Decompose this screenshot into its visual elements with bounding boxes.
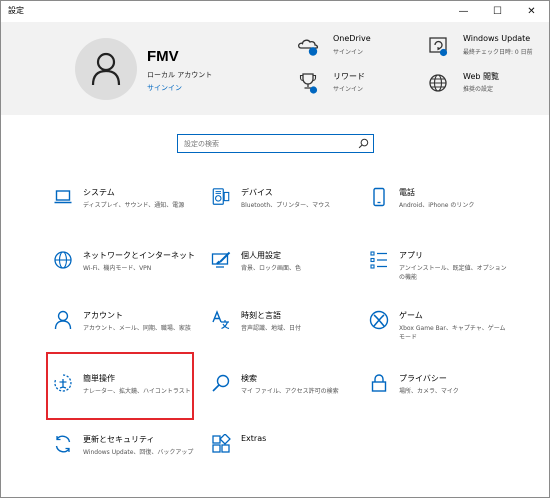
- apps-list-icon: [370, 251, 387, 269]
- category-description: Bluetooth、プリンター、マウス: [241, 202, 331, 209]
- category-description: 場所、カメラ、マイク: [399, 388, 459, 395]
- settings-search-box[interactable]: [177, 134, 374, 153]
- account-type: ローカル アカウント: [147, 71, 213, 79]
- settings-window: 設定 — ☐ ✕ FMV ローカル アカウント サインイン OneDrive サ…: [0, 0, 550, 498]
- close-button[interactable]: ✕: [515, 1, 548, 22]
- category-search[interactable]: 検索 マイ ファイル、アクセス許可の検索: [211, 373, 371, 419]
- onedrive-icon: [297, 39, 319, 56]
- category-gaming[interactable]: ゲーム Xbox Game Bar、キャプチャ、ゲーム モード: [369, 310, 529, 356]
- category-devices[interactable]: デバイス Bluetooth、プリンター、マウス: [211, 187, 371, 233]
- windows-update-title: Windows Update: [463, 34, 531, 43]
- category-privacy[interactable]: プライバシー 場所、カメラ、マイク: [369, 373, 529, 419]
- category-description: 音声認識、地域、日付: [241, 325, 302, 332]
- category-personalization[interactable]: 個人用設定 背景、ロック画面、色: [211, 250, 371, 296]
- onedrive-subtitle: サインイン: [333, 49, 364, 56]
- phone-icon: [373, 187, 385, 207]
- extras-grid-icon: [212, 434, 231, 453]
- laptop-icon: [54, 190, 72, 204]
- category-title: プライバシー: [399, 374, 447, 383]
- keyboard-speaker-icon: [212, 188, 230, 205]
- category-title: 個人用設定: [241, 251, 281, 260]
- category-accounts[interactable]: アカウント アカウント、メール、同期、職場、家族: [53, 310, 213, 356]
- category-title: 更新とセキュリティ: [83, 435, 155, 444]
- category-description: ディスプレイ、サウンド、通知、電源: [83, 202, 185, 209]
- minimize-button[interactable]: —: [447, 1, 480, 22]
- category-phone[interactable]: 電話 Android、iPhone のリンク: [369, 187, 529, 233]
- category-title: Extras: [241, 434, 267, 443]
- category-apps[interactable]: アプリ アンインストール、既定値、オプションの機能: [369, 250, 529, 296]
- paint-brush-screen-icon: [211, 251, 231, 268]
- web-browsing-title: Web 閲覧: [463, 72, 499, 81]
- rewards-title: リワード: [333, 72, 365, 81]
- header-rewards[interactable]: リワード サインイン: [297, 71, 407, 101]
- category-description: アカウント、メール、同期、職場、家族: [83, 325, 191, 332]
- user-icon: [91, 52, 121, 86]
- category-title: 検索: [241, 374, 257, 383]
- sync-arrows-icon: [55, 435, 71, 453]
- category-title: アプリ: [399, 251, 423, 260]
- search-icon[interactable]: [358, 138, 369, 149]
- windows-update-subtitle: 最終チェック日時: 0 日前: [463, 49, 533, 56]
- header-web-browsing[interactable]: Web 閲覧 推奨の設定: [427, 71, 537, 101]
- magnifier-icon: [212, 374, 230, 392]
- header-onedrive[interactable]: OneDrive サインイン: [297, 34, 407, 64]
- web-browsing-subtitle: 推奨の設定: [463, 86, 494, 93]
- maximize-button[interactable]: ☐: [481, 1, 514, 22]
- category-description: Android、iPhone のリンク: [399, 202, 475, 209]
- windows-update-icon: [429, 37, 448, 57]
- category-title: 簡単操作: [83, 374, 115, 383]
- category-update-security[interactable]: 更新とセキュリティ Windows Update、回復、バックアップ: [53, 434, 213, 480]
- globe-icon: [429, 74, 447, 92]
- category-ease-of-access[interactable]: 簡単操作 ナレーター、拡大鏡、ハイコントラスト: [53, 373, 213, 419]
- onedrive-title: OneDrive: [333, 34, 371, 43]
- xbox-icon: [369, 310, 389, 330]
- category-extras[interactable]: Extras: [211, 434, 371, 480]
- rewards-subtitle: サインイン: [333, 86, 364, 93]
- category-description: Xbox Game Bar、キャプチャ、ゲーム モード: [399, 325, 506, 341]
- signin-link[interactable]: サインイン: [147, 83, 182, 93]
- person-icon: [54, 310, 72, 330]
- title-bar[interactable]: 設定 — ☐ ✕: [1, 1, 549, 22]
- globe-network-icon: [54, 251, 72, 269]
- category-network[interactable]: ネットワークとインターネット Wi-Fi、機内モード、VPN: [53, 250, 213, 296]
- language-icon: [212, 310, 230, 330]
- category-title: デバイス: [241, 188, 273, 197]
- search-input[interactable]: [178, 135, 356, 152]
- category-time-language[interactable]: 時刻と言語 音声認識、地域、日付: [211, 310, 371, 356]
- category-description: マイ ファイル、アクセス許可の検索: [241, 388, 339, 395]
- account-header: FMV ローカル アカウント サインイン OneDrive サインイン Wind…: [1, 22, 549, 115]
- category-description: ナレーター、拡大鏡、ハイコントラスト: [83, 388, 191, 395]
- category-title: システム: [83, 188, 115, 197]
- lock-icon: [371, 374, 387, 392]
- category-description: Wi-Fi、機内モード、VPN: [83, 265, 152, 272]
- category-description: 背景、ロック画面、色: [241, 265, 302, 272]
- category-description: アンインストール、既定値、オプションの機能: [399, 265, 507, 281]
- account-name: FMV: [147, 48, 179, 65]
- ease-of-access-icon: [54, 374, 72, 392]
- category-title: アカウント: [83, 311, 123, 320]
- category-description: Windows Update、回復、バックアップ: [83, 449, 194, 456]
- window-title: 設定: [8, 6, 24, 15]
- category-title: ネットワークとインターネット: [83, 251, 195, 260]
- category-title: 時刻と言語: [241, 311, 281, 320]
- category-title: ゲーム: [399, 311, 423, 320]
- header-windows-update[interactable]: Windows Update 最終チェック日時: 0 日前: [427, 34, 537, 64]
- avatar[interactable]: [75, 38, 137, 100]
- rewards-trophy-icon: [299, 73, 318, 94]
- category-title: 電話: [399, 188, 415, 197]
- category-system[interactable]: システム ディスプレイ、サウンド、通知、電源: [53, 187, 213, 233]
